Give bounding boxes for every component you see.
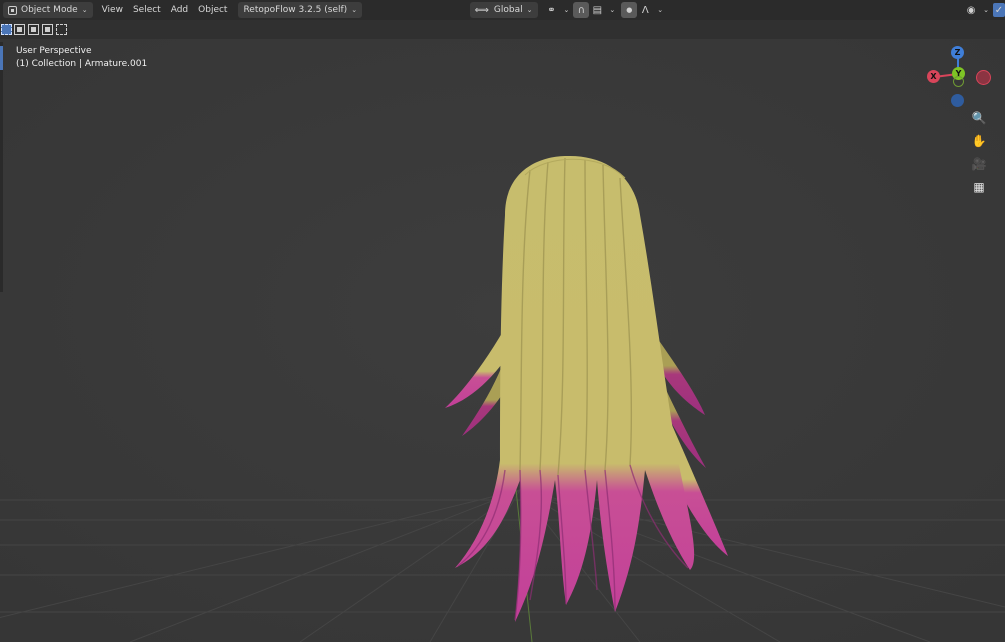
- chevron-down-icon: ⌄: [351, 6, 358, 14]
- orientation-label: Global: [493, 5, 523, 15]
- pivot-point-icon[interactable]: ⚭: [544, 2, 560, 18]
- orientation-axes-icon: ⟺: [474, 4, 489, 16]
- menu-object[interactable]: Object: [193, 2, 232, 18]
- select-subtract-icon[interactable]: [28, 24, 39, 35]
- snap-target-icon[interactable]: ▤: [589, 2, 605, 18]
- tool-settings-bar: [0, 20, 1005, 39]
- snap-icon[interactable]: ∩: [573, 2, 590, 18]
- collection-info: (1) Collection | Armature.001: [16, 59, 148, 69]
- viewport-header: Object Mode ⌄ View Select Add Object Ret…: [0, 0, 1005, 20]
- visibility-icon[interactable]: ◉: [963, 2, 979, 18]
- camera-icon[interactable]: 🎥: [968, 153, 990, 175]
- blender-window: Object Mode ⌄ View Select Add Object Ret…: [0, 0, 1005, 642]
- view-name: User Perspective: [16, 46, 92, 56]
- mode-label: Object Mode: [21, 5, 78, 15]
- grid-icon[interactable]: ▦: [968, 176, 990, 198]
- select-extend-icon[interactable]: [14, 24, 25, 35]
- viewport-info: User Perspective (1) Collection | Armatu…: [16, 45, 147, 71]
- select-intersect-icon[interactable]: [56, 24, 67, 35]
- active-tool-indicator: [0, 46, 3, 70]
- transform-orientation-dropdown[interactable]: ⟺ Global ⌄: [469, 2, 538, 18]
- axis-x-button[interactable]: X: [927, 70, 940, 83]
- axis-z-button[interactable]: Z: [951, 46, 964, 59]
- chevron-down-icon[interactable]: ⌄: [564, 6, 570, 14]
- axis-neg-z-button[interactable]: [951, 94, 964, 107]
- menu-select[interactable]: Select: [128, 2, 166, 18]
- chevron-down-icon: ⌄: [81, 6, 88, 14]
- proportional-edit-icon[interactable]: ●: [621, 2, 638, 18]
- axis-neg-x-button[interactable]: [976, 70, 991, 85]
- menu-add[interactable]: Add: [166, 2, 193, 18]
- hand-icon[interactable]: ✋: [968, 130, 990, 152]
- object-mode-icon: [8, 5, 17, 15]
- navigation-gizmo[interactable]: Z X Y: [925, 44, 995, 110]
- axis-neg-y-button[interactable]: [953, 76, 964, 87]
- falloff-icon[interactable]: Λ: [637, 2, 653, 18]
- zoom-icon[interactable]: 🔍: [968, 107, 990, 129]
- select-new-icon[interactable]: [1, 24, 12, 35]
- chevron-down-icon[interactable]: ⌄: [983, 6, 989, 14]
- retopoflow-label: RetopoFlow 3.2.5 (self): [243, 5, 348, 15]
- chevron-down-icon[interactable]: ⌄: [657, 6, 663, 14]
- mode-dropdown[interactable]: Object Mode ⌄: [3, 2, 93, 18]
- menu-view[interactable]: View: [97, 2, 128, 18]
- overlay-toggle-icon[interactable]: ✓: [993, 3, 1005, 17]
- viewport-3d[interactable]: [0, 0, 1005, 642]
- select-invert-icon[interactable]: [42, 24, 53, 35]
- retopoflow-menu[interactable]: RetopoFlow 3.2.5 (self) ⌄: [238, 2, 363, 18]
- chevron-down-icon: ⌄: [526, 6, 533, 14]
- toolbar-strip[interactable]: [0, 42, 3, 292]
- chevron-down-icon[interactable]: ⌄: [609, 6, 615, 14]
